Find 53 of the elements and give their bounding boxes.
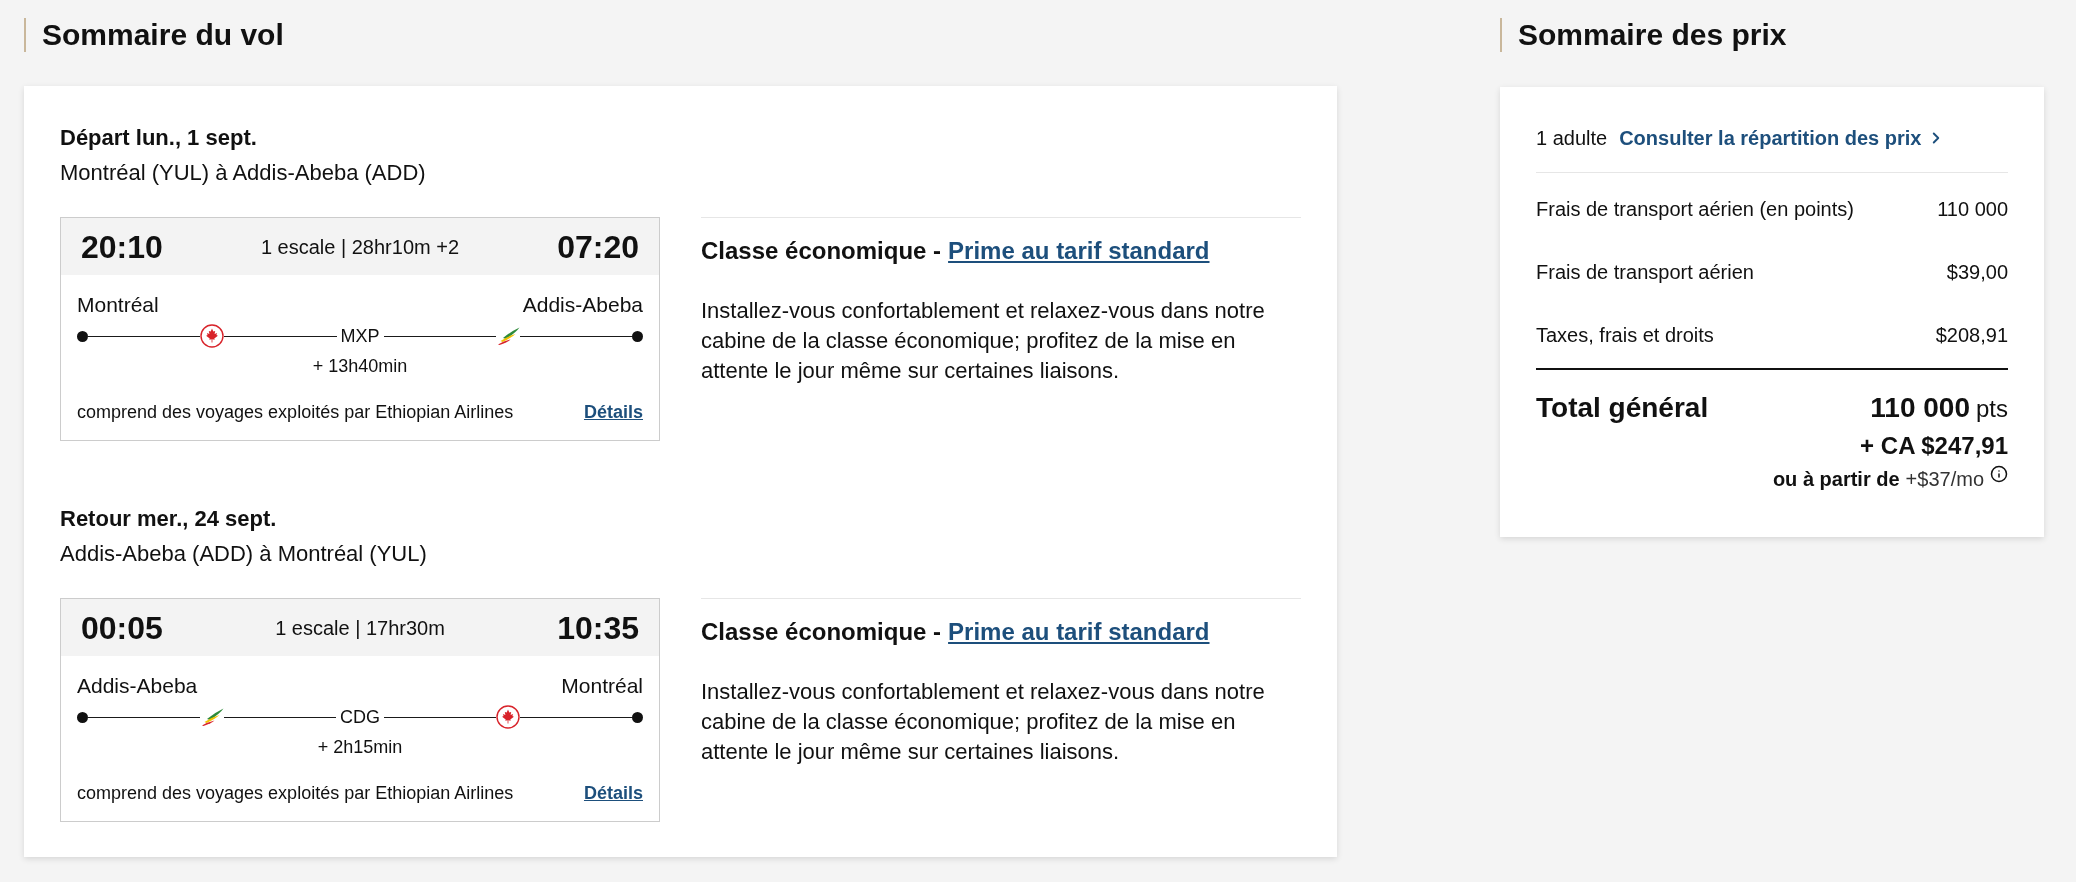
- operator-note: comprend des voyages exploités par Ethiopian Airlines: [77, 401, 514, 424]
- bound-date-heading: Départ lun., 1 sept.: [60, 124, 258, 152]
- stops-duration-text: 1 escale | 28hr10m +2: [260, 236, 460, 257]
- total-points: 110 000: [1870, 391, 1970, 425]
- price-breakdown-link[interactable]: Consulter la répartition des prix: [1619, 125, 1946, 151]
- route-text: Addis-Abeba (ADD) à Montréal (YUL): [60, 540, 428, 568]
- route-endpoint-icon: [77, 330, 88, 342]
- section-heading: Sommaire du vol: [24, 18, 1337, 52]
- details-link[interactable]: Détails: [583, 400, 643, 424]
- details-link[interactable]: Détails: [583, 781, 643, 805]
- striped-wing-icon: [200, 708, 224, 726]
- fare-type-link[interactable]: Prime au tarif standard: [948, 617, 1210, 647]
- striped-wing-icon: [495, 327, 520, 345]
- fare-line-amount: $39,00: [1946, 260, 2008, 285]
- fare-line-amount: 110 000: [1937, 197, 2008, 222]
- cabin-description: Installez-vous confortablement et relaxez-vous dans notre cabine de la classe économique; profitez de la mise en attente le jour même sur certaines liaisons.: [701, 678, 1266, 766]
- arrival-time: 07:20: [557, 230, 639, 263]
- destination-city: Montréal: [561, 674, 643, 698]
- origin-city: Addis-Abeba: [77, 674, 198, 698]
- operator-note: comprend des voyages exploités par Ethiopian Airlines: [77, 782, 514, 805]
- arrival-time: 10:35: [557, 611, 639, 644]
- fare-line-label: Frais de transport aérien: [1536, 260, 1754, 285]
- route-text: Montréal (YUL) à Addis-Abeba (ADD): [60, 159, 427, 187]
- layover-duration: + 13h40min: [312, 355, 408, 378]
- layover-duration: + 2h15min: [317, 736, 403, 759]
- cabin-description: Installez-vous confortablement et relaxez-vous dans notre cabine de la classe économique; profitez de la mise en attente le jour même sur certaines liaisons.: [701, 297, 1266, 385]
- bound-date-heading: Retour mer., 24 sept.: [60, 505, 278, 533]
- fare-type-link[interactable]: Prime au tarif standard: [948, 236, 1210, 266]
- departure-time: 20:10: [81, 230, 163, 263]
- fare-line-label: Taxes, frais et droits: [1536, 323, 1714, 348]
- route-endpoint-icon: [77, 711, 88, 723]
- destination-city: Addis-Abeba: [522, 293, 643, 317]
- financing-text: ou à partir de: [1772, 467, 1900, 492]
- points-unit: pts: [1976, 394, 2008, 424]
- stop-code: MXP: [339, 325, 381, 348]
- departure-time: 00:05: [81, 611, 163, 644]
- origin-city: Montréal: [77, 293, 159, 317]
- cabin-class: Classe économique -: [701, 617, 942, 647]
- section-heading: Sommaire des prix: [1500, 18, 2044, 52]
- fare-line-amount: $208,91: [1935, 323, 2008, 348]
- stops-duration-text: 1 escale | 17hr30m: [275, 617, 445, 638]
- total-cash: + CA $247,91: [1860, 431, 2008, 461]
- maple-leaf-icon: [200, 324, 225, 348]
- route-endpoint-icon: [632, 711, 643, 723]
- fare-line-label: Frais de transport aérien (en points): [1536, 197, 1854, 222]
- cabin-class: Classe économique -: [701, 236, 942, 266]
- total-label: Total général: [1536, 391, 1709, 425]
- route-endpoint-icon: [632, 330, 643, 342]
- maple-leaf-icon: [496, 705, 520, 729]
- passenger-count: 1 adulte: [1536, 126, 1608, 151]
- stop-code: CDG: [339, 706, 381, 729]
- info-icon[interactable]: [1990, 465, 2008, 483]
- financing-amount: +$37/mo: [1905, 467, 1984, 492]
